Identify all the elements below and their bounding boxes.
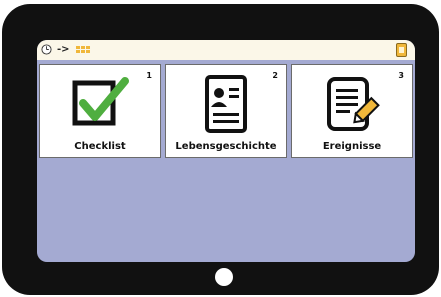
tile-label: Checklist — [74, 141, 126, 152]
tile-ereignisse[interactable]: 3 Ereignisse — [291, 64, 413, 158]
tile-number: 3 — [398, 71, 404, 80]
profile-document-icon — [205, 75, 247, 133]
tile-grid: 1 Checklist 2 Lebensgeschichte 3 Ereigni… — [39, 64, 413, 160]
notes-pencil-icon — [327, 77, 380, 131]
tile-label: Lebensgeschichte — [175, 141, 277, 152]
app-screen: -> 1 Checklist 2 Lebensgeschichte 3 Erei… — [37, 40, 415, 262]
breadcrumb-arrow: -> — [57, 44, 70, 55]
tile-lebensgeschichte[interactable]: 2 Lebensgeschichte — [165, 64, 287, 158]
tile-number: 1 — [146, 71, 152, 80]
category-icon[interactable] — [396, 43, 407, 57]
tile-label: Ereignisse — [322, 141, 382, 152]
grid-icon[interactable] — [76, 46, 90, 53]
checklist-icon — [72, 77, 129, 126]
clock-icon[interactable] — [41, 44, 52, 55]
home-button[interactable] — [215, 268, 233, 286]
tile-number: 2 — [272, 71, 278, 80]
top-bar: -> — [37, 40, 415, 60]
tile-checklist[interactable]: 1 Checklist — [39, 64, 161, 158]
